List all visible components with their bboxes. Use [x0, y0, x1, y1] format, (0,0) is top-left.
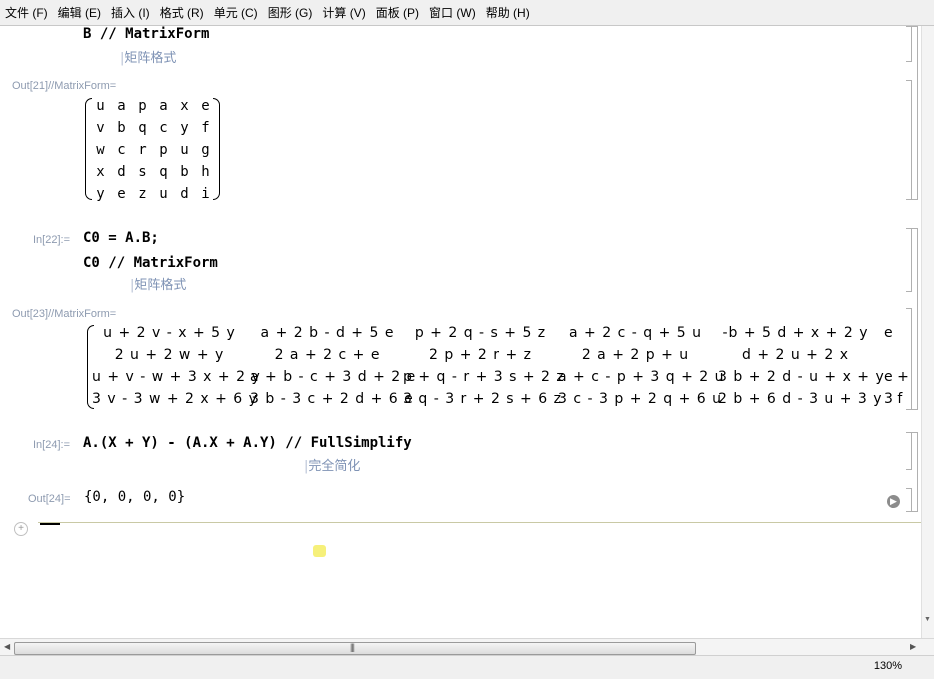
matrix-row: uapaxe [90, 95, 216, 117]
matrix-cell: w [96, 142, 105, 158]
autocomplete-hint-fullsimplify[interactable]: 完全简化 [304, 455, 360, 474]
input-label-22: In[22]:= [33, 234, 71, 246]
matrix-row: yezudi [90, 183, 216, 205]
autocomplete-hint-matrixform-2[interactable]: 矩阵格式 [130, 274, 186, 293]
output-value-24: {0, 0, 0, 0} [84, 489, 186, 505]
matrix-right-paren [213, 98, 220, 200]
group-bracket[interactable] [912, 26, 918, 200]
add-cell-plus-icon[interactable]: + [14, 522, 28, 536]
matrix-cell: a + 2 c - q + 5 u [569, 325, 702, 341]
matrix-cell: r [138, 142, 147, 158]
matrix-cell: b [117, 120, 126, 136]
matrix-cell: a + b - c + 3 d + 2 e [250, 369, 417, 385]
matrix-cell: u [96, 98, 105, 114]
matrix-cell: -b + 5 d + x + 2 y [722, 325, 869, 341]
matrix-cell: b [180, 164, 189, 180]
matrix-row: xdsqbh [90, 161, 216, 183]
matrix-cell: q [159, 164, 168, 180]
output-label-24: Out[24]= [28, 493, 71, 505]
input-code-c0-assign[interactable]: C0 = A.B; [83, 230, 159, 246]
matrix-cell: p + q - r + 3 s + 2 z [403, 369, 565, 385]
menu-window[interactable]: 窗口 (W) [424, 4, 481, 21]
menu-cell[interactable]: 单元 (C) [209, 4, 263, 21]
matrix-cell: y [180, 120, 189, 136]
matrix-cell: c [117, 142, 126, 158]
matrix-cell: 2 p + 2 r + z [429, 347, 532, 363]
grip-icon: ||| [350, 642, 355, 652]
vertical-scrollbar[interactable]: ▼ [921, 26, 934, 638]
matrix-cell: v [96, 120, 105, 136]
group-bracket[interactable] [912, 432, 918, 512]
matrix-cell: a + c - p + 3 q + 2 u [558, 369, 725, 385]
text-cursor [40, 523, 60, 525]
menu-format[interactable]: 格式 (R) [155, 4, 209, 21]
matrix-cell: u [180, 142, 189, 158]
horizontal-scroll-thumb[interactable]: ||| [14, 642, 696, 655]
status-bar: 130% [0, 655, 934, 679]
cell-insertion-line[interactable] [38, 522, 922, 523]
matrix-cell: 3 f [884, 391, 903, 407]
menu-evaluation[interactable]: 计算 (V) [317, 4, 370, 21]
matrix-cell: 3 b - 3 c + 2 d + 6 e [250, 391, 414, 407]
matrix-cell: p + 2 q - s + 5 z [414, 325, 547, 341]
matrix-row: wcrpug [90, 139, 216, 161]
matrix-cell: x [96, 164, 105, 180]
matrix-cell: z [138, 186, 147, 202]
menu-graphics[interactable]: 图形 (G) [263, 4, 318, 21]
matrix-cell: d + 2 u + 2 x [741, 347, 850, 363]
input-code-b-matrixform[interactable]: B // MatrixForm [83, 26, 209, 42]
output-label-21: Out[21]//MatrixForm= [12, 80, 117, 92]
matrix-cell: u + v - w + 3 x + 2 y [92, 369, 261, 385]
matrix-output-21: uapaxevbqcyfwcrpugxdsqbhyezudi [90, 95, 216, 205]
matrix-cell: 2 b + 6 d - 3 u + 3 y [718, 391, 883, 407]
menu-help[interactable]: 帮助 (H) [481, 4, 535, 21]
matrix-cell: d [180, 186, 189, 202]
matrix-cell: c [159, 120, 168, 136]
matrix-cell: d [117, 164, 126, 180]
input-code-c0-matrixform[interactable]: C0 // MatrixForm [83, 255, 218, 271]
matrix-cell: 3 v - 3 w + 2 x + 6 y [92, 391, 258, 407]
matrix-row: vbqcyf [90, 117, 216, 139]
zoom-level[interactable]: 130% [874, 660, 902, 672]
matrix-cell: 3 c - 3 p + 2 q + 6 u [558, 391, 722, 407]
group-bracket[interactable] [912, 228, 918, 410]
notebook-area[interactable]: B // MatrixForm 矩阵格式 Out[21]//MatrixForm… [0, 26, 922, 638]
menu-file[interactable]: 文件 (F) [0, 4, 53, 21]
scroll-right-arrow-icon[interactable]: ▶ [910, 642, 916, 651]
matrix-cell: e [884, 325, 893, 341]
mouse-cursor-highlight [313, 545, 326, 557]
menu-insert[interactable]: 插入 (I) [106, 4, 155, 21]
matrix-cell: 2 a + 2 p + u [581, 347, 690, 363]
matrix-cell: p [138, 98, 147, 114]
matrix-cell: 2 a + 2 c + e [274, 347, 381, 363]
menu-bar: 文件 (F) 编辑 (E) 插入 (I) 格式 (R) 单元 (C) 图形 (G… [0, 0, 934, 26]
scroll-down-arrow-icon[interactable]: ▼ [924, 616, 931, 623]
matrix-cell: s [138, 164, 147, 180]
matrix-cell: q [138, 120, 147, 136]
horizontal-scrollbar[interactable]: ◀ ||| ▶ [0, 638, 934, 656]
matrix-cell: p [159, 142, 168, 158]
matrix-cell: u + 2 v - x + 5 y [103, 325, 236, 341]
matrix-cell: a [117, 98, 126, 114]
output-arrow-icon[interactable]: ▶ [887, 495, 900, 508]
input-code-fullsimplify[interactable]: A.(X + Y) - (A.X + A.Y) // FullSimplify [83, 435, 412, 451]
matrix-cell: e [117, 186, 126, 202]
matrix-cell: 3 b + 2 d - u + x + y [718, 369, 885, 385]
matrix-cell: u [159, 186, 168, 202]
output-label-23: Out[23]//MatrixForm= [12, 308, 117, 320]
scroll-left-arrow-icon[interactable]: ◀ [4, 642, 10, 651]
matrix-cell: a + 2 b - d + 5 e [260, 325, 395, 341]
matrix-cell: 2 u + 2 w + y [114, 347, 225, 363]
menu-palettes[interactable]: 面板 (P) [371, 4, 424, 21]
autocomplete-hint-matrixform[interactable]: 矩阵格式 [120, 47, 176, 66]
matrix-cell: a [159, 98, 168, 114]
matrix-cell: x [180, 98, 189, 114]
input-label-24: In[24]:= [33, 439, 71, 451]
matrix-cell: y [96, 186, 105, 202]
menu-edit[interactable]: 编辑 (E) [53, 4, 106, 21]
matrix-cell: 3 q - 3 r + 2 s + 6 z [403, 391, 562, 407]
